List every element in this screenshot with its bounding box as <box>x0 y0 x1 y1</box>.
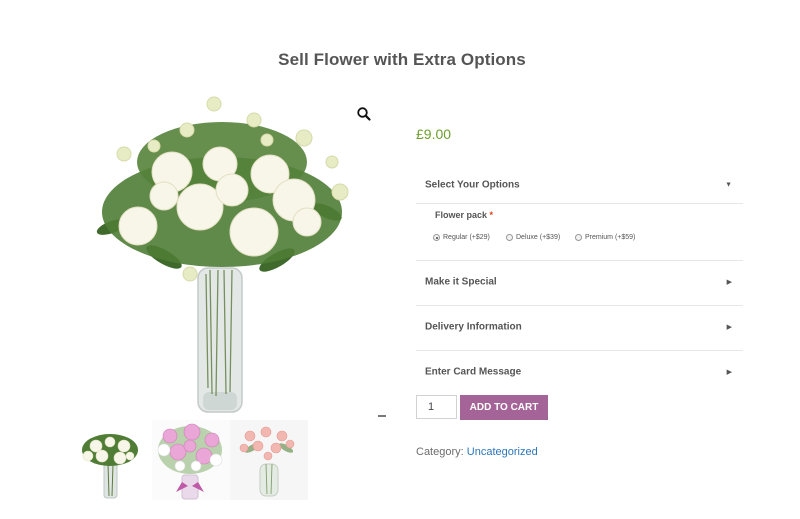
radio-icon[interactable] <box>575 234 582 241</box>
flower-pack-option-deluxe[interactable]: Deluxe (+$39) <box>506 234 560 241</box>
section-label: Delivery Information <box>425 321 522 333</box>
flower-pack-label-text: Flower pack <box>435 210 488 220</box>
section-select-your-options[interactable]: Select Your Options ▼ <box>416 163 743 207</box>
section-make-it-special[interactable]: Make it Special ▶ <box>416 260 743 304</box>
required-mark: * <box>489 210 494 220</box>
flower-pack-option-regular[interactable]: Regular (+$29) <box>433 234 490 241</box>
product-main-image[interactable] <box>72 92 390 418</box>
category-link[interactable]: Uncategorized <box>467 446 538 458</box>
section-enter-card-message[interactable]: Enter Card Message ▶ <box>416 350 743 394</box>
divider <box>416 203 743 204</box>
category-label: Category: <box>416 446 464 458</box>
flower-pack-label: Flower pack * <box>435 210 493 220</box>
radio-icon[interactable] <box>506 234 513 241</box>
radio-selected-icon[interactable] <box>433 234 440 241</box>
caret-right-icon: ▶ <box>726 324 732 331</box>
caret-down-icon: ▼ <box>725 181 732 189</box>
caret-right-icon: ▶ <box>726 369 732 376</box>
magnifier-icon[interactable] <box>356 106 372 122</box>
option-label: Deluxe (+$39) <box>516 234 561 241</box>
section-delivery-information[interactable]: Delivery Information ▶ <box>416 305 743 349</box>
accordion-card-message: Enter Card Message ▶ <box>416 350 743 394</box>
product-category: Category: Uncategorized <box>416 446 538 458</box>
option-label: Premium (+$59) <box>585 234 636 241</box>
flower-pack-option-premium[interactable]: Premium (+$59) <box>575 234 635 241</box>
product-title: Sell Flower with Extra Options <box>278 50 526 69</box>
options-accordion: Select Your Options ▼ <box>416 163 743 207</box>
gallery-collapse-icon[interactable] <box>378 415 386 417</box>
accordion-make-special: Make it Special ▶ <box>416 260 743 304</box>
product-gallery <box>72 92 390 422</box>
add-to-cart-button[interactable]: ADD TO CART <box>460 395 548 420</box>
section-label: Select Your Options <box>425 179 520 191</box>
option-label: Regular (+$29) <box>443 234 490 241</box>
product-price: £9.00 <box>416 126 452 142</box>
thumbnail-pink-rose[interactable] <box>230 420 308 500</box>
accordion-delivery: Delivery Information ▶ <box>416 305 743 349</box>
caret-right-icon: ▶ <box>726 279 732 286</box>
quantity-input[interactable] <box>416 395 457 419</box>
section-label: Make it Special <box>425 276 497 288</box>
thumbnail-pink-lily[interactable] <box>152 420 230 500</box>
thumbnail-white-peony[interactable] <box>72 420 150 500</box>
section-label: Enter Card Message <box>425 366 522 378</box>
